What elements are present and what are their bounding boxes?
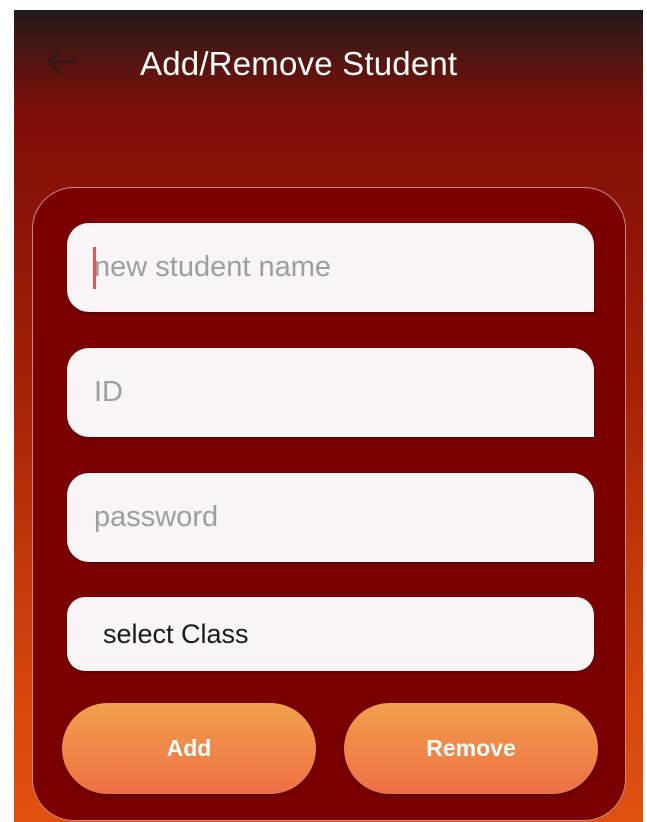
student-name-placeholder: new student name — [94, 251, 331, 283]
class-select[interactable]: select Class — [67, 597, 594, 671]
arrow-left-icon — [47, 50, 78, 74]
password-placeholder: password — [94, 501, 219, 533]
student-id-field[interactable]: ID — [67, 348, 594, 437]
add-button-label: Add — [166, 735, 212, 761]
student-form-card: new student name ID password select Clas… — [32, 187, 626, 821]
class-select-label: select Class — [103, 618, 249, 649]
page-title: Add/Remove Student — [140, 45, 458, 82]
back-button[interactable] — [42, 46, 82, 78]
password-field[interactable]: password — [67, 473, 594, 562]
app-bar: Add/Remove Student — [14, 10, 643, 120]
remove-button-label: Remove — [426, 735, 516, 761]
app-screen: Add/Remove Student new student name ID p… — [14, 10, 643, 822]
text-cursor — [93, 247, 96, 289]
student-name-field[interactable]: new student name — [67, 223, 594, 312]
remove-button[interactable]: Remove — [344, 703, 598, 794]
add-button[interactable]: Add — [62, 703, 316, 794]
student-id-placeholder: ID — [94, 376, 123, 408]
